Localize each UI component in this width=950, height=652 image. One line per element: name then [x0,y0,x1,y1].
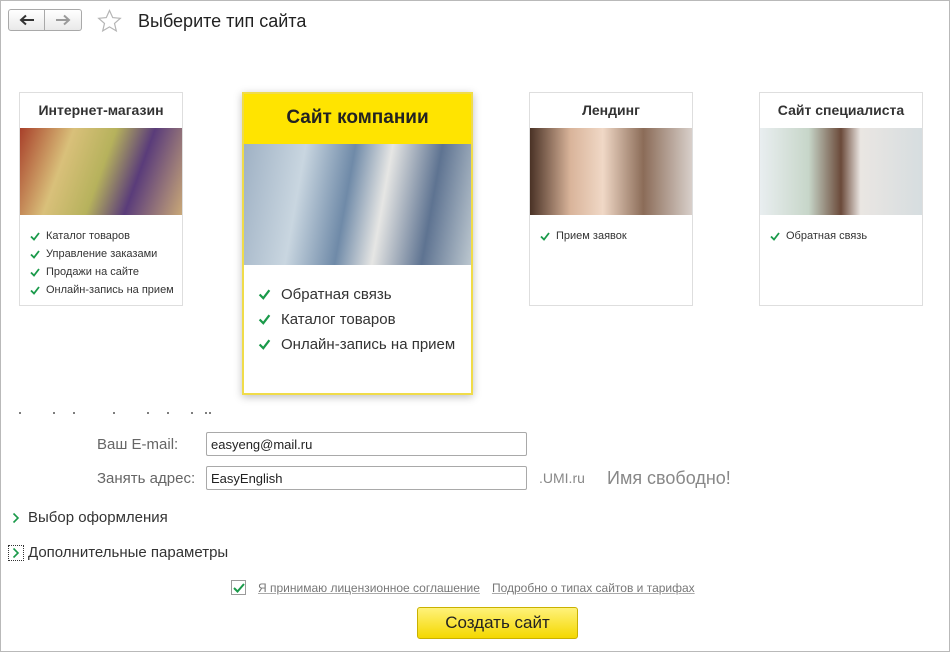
site-type-card-company[interactable]: Сайт компании Обратная связь Каталог тов… [242,92,473,395]
back-button[interactable] [8,9,45,31]
feature-item: Обратная связь [258,282,455,307]
feature-item: Обратная связь [770,227,867,245]
feature-list: Прием заявок [540,227,627,245]
forward-button[interactable] [45,9,82,31]
feature-item: Онлайн-запись на прием [258,332,455,357]
site-type-card-landing[interactable]: Лендинг Прием заявок [529,92,693,306]
email-input[interactable] [206,432,527,456]
site-type-card-shop[interactable]: Интернет-магазин Каталог товаров Управле… [19,92,183,306]
check-icon [258,339,271,350]
feature-item: Онлайн-запись на прием [30,281,174,299]
card-photo [760,128,922,215]
check-icon [232,582,245,593]
feature-label: Прием заявок [556,230,627,242]
license-checkbox[interactable] [231,580,246,595]
feature-list: Каталог товаров Управление заказами Прод… [30,227,174,299]
card-photo [244,144,471,265]
feature-list: Обратная связь Каталог товаров Онлайн-за… [258,282,455,357]
address-input[interactable] [206,466,527,490]
check-icon [30,285,40,295]
feature-item: Каталог товаров [258,307,455,332]
agreement-row: Я принимаю лицензионное соглашение Подро… [231,580,695,595]
check-icon [770,231,780,241]
site-type-card-specialist[interactable]: Сайт специалиста Обратная связь [759,92,923,306]
license-link[interactable]: Я принимаю лицензионное соглашение [258,581,480,595]
feature-label: Обратная связь [786,230,868,242]
address-status: Имя свободно! [607,468,731,488]
nav-buttons [8,9,82,31]
card-title: Интернет-магазин [38,102,164,118]
feature-label: Каталог товаров [46,230,130,242]
chevron-right-icon [12,547,20,558]
address-label: Занять адрес: [97,470,196,487]
feature-item: Каталог товаров [30,227,174,245]
decorative-dots [19,412,211,414]
feature-item: Управление заказами [30,245,174,263]
check-icon [30,231,40,241]
card-photo [20,128,182,215]
check-icon [258,314,271,325]
domain-suffix: .UMI.ru [539,470,585,486]
forward-arrow-icon [56,14,71,26]
back-arrow-icon [19,14,34,26]
chevron-wrapper [8,510,24,526]
tariffs-info-link[interactable]: Подробно о типах сайтов и тарифах [492,581,695,595]
feature-list: Обратная связь [770,227,867,245]
feature-label: Каталог товаров [281,311,396,328]
page-title: Выберите тип сайта [138,11,307,31]
star-icon[interactable] [97,9,122,33]
card-title: Сайт специалиста [777,102,905,118]
feature-item: Прием заявок [540,227,627,245]
check-icon [540,231,550,241]
check-icon [30,249,40,259]
check-icon [30,267,40,277]
feature-label: Онлайн-запись на прием [281,336,456,353]
feature-label: Продажи на сайте [46,266,140,278]
feature-label: Управление заказами [46,248,158,260]
feature-label: Обратная связь [281,286,392,303]
design-section-toggle[interactable]: Выбор оформления [8,509,168,526]
chevron-wrapper [8,544,24,561]
section-label: Дополнительные параметры [28,544,229,561]
feature-item: Продажи на сайте [30,263,174,281]
advanced-section-toggle[interactable]: Дополнительные параметры [8,544,228,561]
chevron-right-icon [12,512,20,523]
feature-label: Онлайн-запись на прием [46,284,174,296]
email-label: Ваш E-mail: [97,436,179,453]
card-photo [530,128,692,215]
card-title: Лендинг [582,102,640,118]
card-title: Сайт компании [244,94,471,144]
check-icon [258,289,271,300]
section-label: Выбор оформления [28,509,168,526]
create-site-button[interactable]: Создать сайт [417,607,578,639]
